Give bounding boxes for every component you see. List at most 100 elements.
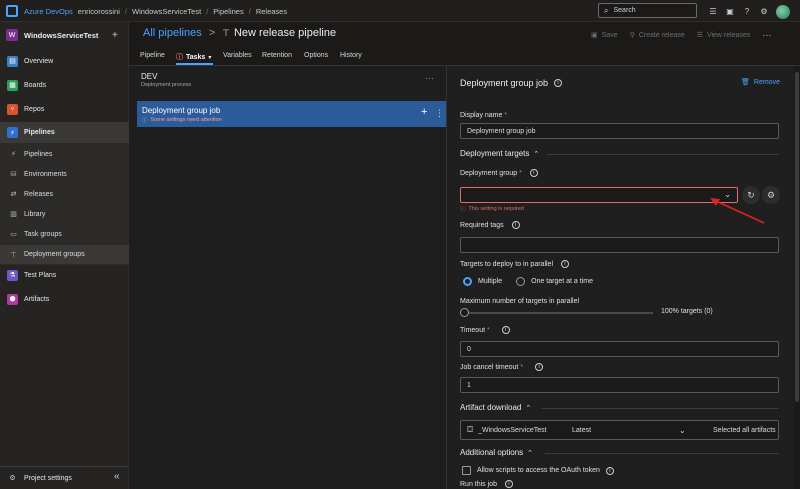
view-releases-icon: ☰ bbox=[696, 32, 703, 39]
active-tab-indicator bbox=[176, 63, 213, 65]
info-icon[interactable]: i bbox=[511, 221, 520, 229]
error-icon: ⓘ bbox=[460, 207, 466, 213]
sidebar-item-artifacts[interactable]: ⬢ Artifacts bbox=[0, 289, 129, 309]
azure-devops-logo-icon[interactable] bbox=[6, 5, 18, 17]
stage-name[interactable]: DEV bbox=[141, 72, 157, 81]
search-box[interactable]: ⌕ Search bbox=[598, 3, 697, 18]
chevron-up-icon: ⌃ bbox=[527, 449, 534, 457]
crumb-project[interactable]: WindowsServiceTest bbox=[132, 7, 201, 16]
remove-button[interactable]: 🗑 Remove bbox=[741, 78, 780, 87]
list-icon[interactable]: ☰ bbox=[708, 7, 718, 17]
sidebar-subitem-releases[interactable]: ⇄ Releases bbox=[0, 185, 129, 203]
search-input[interactable]: Search bbox=[613, 7, 635, 14]
help-icon[interactable]: ? bbox=[742, 7, 752, 17]
required-tags-field[interactable] bbox=[460, 237, 779, 253]
artifact-download-section[interactable]: Artifact download ⌃ bbox=[460, 403, 531, 412]
create-release-icon: ⚲ bbox=[629, 32, 635, 39]
tab-retention[interactable]: Retention bbox=[262, 52, 292, 59]
job-settings-panel: Deployment group job i 🗑 Remove Display … bbox=[447, 66, 800, 489]
warning-icon: ⓘ bbox=[176, 54, 183, 61]
checkbox-icon bbox=[462, 466, 471, 475]
required-tags-label: Required tags i bbox=[460, 221, 520, 229]
brand-link[interactable]: Azure DevOps bbox=[24, 7, 73, 16]
pipelines-icon: ⚡ bbox=[7, 127, 18, 138]
sidebar-item-boards[interactable]: ▦ Boards bbox=[0, 75, 129, 95]
avatar[interactable] bbox=[776, 5, 790, 19]
stage-more-button[interactable]: ··· bbox=[425, 73, 434, 83]
chevron-down-icon[interactable]: ⌄ bbox=[679, 426, 686, 435]
info-icon[interactable]: i bbox=[560, 260, 569, 268]
info-icon[interactable]: i bbox=[554, 79, 563, 87]
artifact-row[interactable]: ⛋ _WindowsServiceTest Latest ⌄ Selected … bbox=[460, 420, 779, 440]
shopping-bag-icon[interactable]: ▣ bbox=[725, 7, 735, 17]
create-release-button[interactable]: ⚲ Create release bbox=[629, 31, 685, 40]
tab-history[interactable]: History bbox=[340, 52, 362, 59]
info-icon[interactable]: i bbox=[529, 169, 538, 177]
drag-handle-icon[interactable]: ⋮ bbox=[435, 108, 444, 119]
timeout-field[interactable]: 0 bbox=[460, 341, 779, 357]
info-icon[interactable]: i bbox=[535, 363, 544, 371]
sidebar-subitem-library[interactable]: ▥ Library bbox=[0, 205, 129, 223]
cancel-timeout-label: Job cancel timeout * i bbox=[460, 363, 544, 371]
stage-tasks-pane: DEV Deployment process ··· bbox=[129, 66, 447, 489]
environments-icon: ⛁ bbox=[10, 171, 17, 178]
org-link[interactable]: enricorossini bbox=[78, 7, 120, 16]
view-releases-button[interactable]: ☰ View releases bbox=[696, 31, 751, 40]
crumb-pipelines[interactable]: Pipelines bbox=[213, 7, 243, 16]
tab-pipeline[interactable]: Pipeline bbox=[140, 52, 165, 59]
tab-tasks[interactable]: ⓘ Tasks ▾ bbox=[176, 52, 211, 62]
deployment-group-select[interactable]: ⌄ bbox=[460, 187, 738, 203]
parallel-label: Targets to deploy to in parallel i bbox=[460, 260, 569, 268]
deployment-group-job-card[interactable]: Deployment group job ⓘ Some settings nee… bbox=[137, 101, 446, 127]
sidebar-subitem-deployment-groups[interactable]: ⊤ Deployment groups bbox=[0, 245, 129, 264]
crumb-separator: / bbox=[206, 6, 209, 16]
save-button[interactable]: ▣ Save bbox=[591, 31, 618, 40]
project-settings[interactable]: ⚙ Project settings bbox=[0, 468, 129, 488]
add-icon[interactable]: + bbox=[112, 30, 118, 41]
max-targets-value: 100% targets (0) bbox=[661, 308, 713, 315]
sidebar-item-label: Pipelines bbox=[24, 129, 55, 136]
add-task-icon[interactable]: + bbox=[421, 106, 427, 118]
scrollbar-thumb[interactable] bbox=[795, 72, 799, 402]
info-icon[interactable]: i bbox=[501, 326, 510, 334]
radio-one-target[interactable]: One target at a time bbox=[516, 277, 593, 286]
section-divider bbox=[541, 408, 779, 409]
section-divider bbox=[547, 154, 779, 155]
project-name[interactable]: WindowsServiceTest bbox=[24, 31, 98, 40]
all-pipelines-link[interactable]: All pipelines bbox=[143, 27, 202, 39]
sidebar-item-overview[interactable]: ▤ Overview bbox=[0, 51, 129, 71]
stage-subtitle: Deployment process bbox=[141, 82, 192, 88]
tab-options[interactable]: Options bbox=[304, 52, 328, 59]
max-targets-slider-track[interactable] bbox=[460, 312, 653, 314]
oauth-checkbox[interactable]: Allow scripts to access the OAuth token … bbox=[462, 466, 614, 475]
collapse-icon[interactable]: « bbox=[114, 471, 120, 482]
sidebar-subitem-pipelines[interactable]: ⚡ Pipelines bbox=[0, 145, 129, 163]
gear-icon: ⚙ bbox=[9, 475, 16, 482]
max-targets-slider-thumb[interactable] bbox=[460, 308, 469, 317]
sidebar-subitem-environments[interactable]: ⛁ Environments bbox=[0, 165, 129, 183]
tab-variables[interactable]: Variables bbox=[223, 52, 252, 59]
more-actions-button[interactable]: ··· bbox=[762, 30, 771, 40]
sidebar-item-test-plans[interactable]: ⚗ Test Plans bbox=[0, 265, 129, 285]
user-settings-icon[interactable]: ⚙ bbox=[759, 7, 769, 17]
additional-options-section[interactable]: Additional options ⌃ bbox=[460, 448, 533, 457]
sidebar-item-repos[interactable]: ⑂ Repos bbox=[0, 99, 129, 119]
deployment-targets-section[interactable]: Deployment targets ⌃ bbox=[460, 149, 539, 158]
sidebar-item-pipelines[interactable]: ⚡ Pipelines bbox=[0, 122, 129, 143]
project-avatar: W bbox=[6, 29, 18, 41]
task-groups-icon: ▭ bbox=[10, 231, 17, 238]
releases-icon: ⇄ bbox=[10, 191, 17, 198]
crumb-releases[interactable]: Releases bbox=[256, 7, 287, 16]
top-bar: Azure DevOps enricorossini / WindowsServ… bbox=[0, 0, 800, 22]
info-icon[interactable]: i bbox=[504, 480, 513, 488]
sidebar-subitem-task-groups[interactable]: ▭ Task groups bbox=[0, 225, 129, 243]
cancel-timeout-field[interactable]: 1 bbox=[460, 377, 779, 393]
radio-unselected-icon bbox=[516, 277, 526, 286]
radio-multiple[interactable]: Multiple bbox=[463, 277, 502, 286]
display-name-field[interactable]: Deployment group job bbox=[460, 123, 779, 139]
info-icon[interactable]: i bbox=[605, 466, 614, 475]
test-plans-icon: ⚗ bbox=[7, 269, 18, 281]
chevron-down-icon: ▾ bbox=[208, 54, 212, 61]
artifact-selection[interactable]: Selected all artifacts bbox=[713, 427, 776, 434]
run-job-label: Run this job i bbox=[460, 480, 513, 488]
